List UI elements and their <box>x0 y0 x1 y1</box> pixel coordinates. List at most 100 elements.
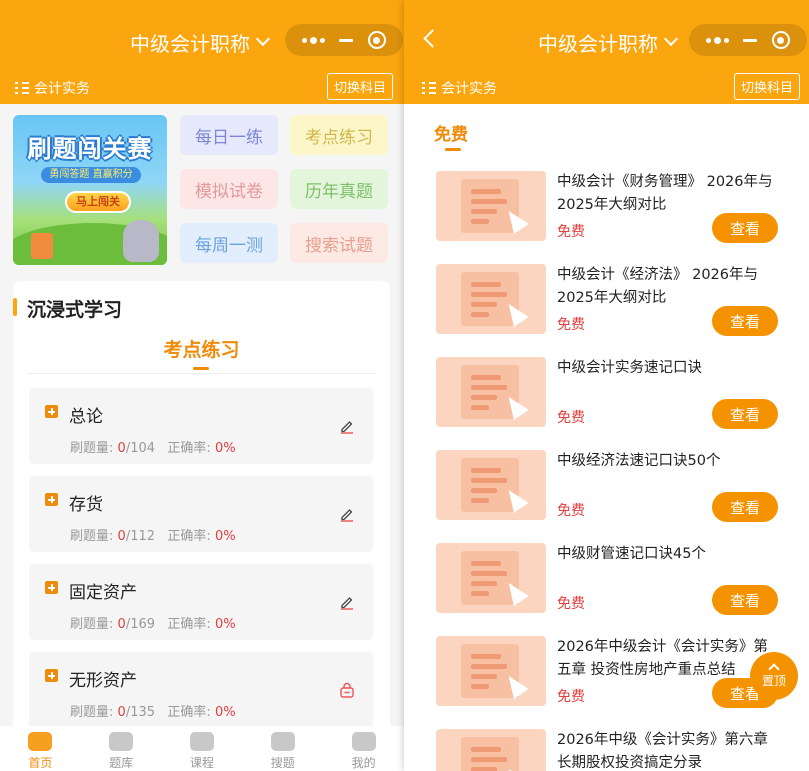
topic-name: 固定资产 <box>69 583 137 603</box>
tab-free[interactable]: 免费 <box>434 120 468 145</box>
topic-row[interactable]: 固定资产刷题量: 0/169 正确率: 0% <box>29 564 373 640</box>
house-illustration <box>31 233 53 259</box>
screen: 中级会计职称 会计实务 切换科目 刷题闯关赛 勇闯答题 直赢积分 马上闯关 每日… <box>0 0 809 771</box>
exam-selector[interactable]: 中级会计职称 <box>538 22 679 62</box>
topic-name: 总论 <box>69 407 103 427</box>
material-item[interactable]: 2026年中级《会计实务》第六章 长期股权投资搞定分录 <box>436 729 781 771</box>
quick-entry-tile[interactable]: 考点练习 <box>290 115 388 155</box>
accuracy-value: 0% <box>214 705 236 720</box>
tab-indicator <box>445 148 461 151</box>
back-to-top-label: 置顶 <box>761 673 786 688</box>
quick-entry-tile[interactable]: 历年真题 <box>290 169 388 209</box>
more-icon[interactable] <box>302 36 326 44</box>
list-icon <box>15 82 29 94</box>
banner-subtitle: 勇闯答题 直赢积分 <box>41 167 141 183</box>
material-title: 中级经济法速记口诀50个 <box>557 453 721 469</box>
accuracy-value: 0% <box>214 617 236 632</box>
topic-row[interactable]: 存货 刷题量: 0/112 正确率: 0% <box>29 476 373 552</box>
banner-title: 刷题闯关赛 <box>27 135 153 163</box>
topic-name: 无形资产 <box>69 671 137 691</box>
close-icon[interactable] <box>771 31 790 49</box>
price-label: 免费 <box>557 224 585 240</box>
done-count: 0 <box>117 529 126 544</box>
material-item[interactable]: 中级经济法速记口诀50个 免费 查看 <box>436 450 781 530</box>
count-label: 刷题量: <box>70 617 114 632</box>
topic-stats: 刷题量: 0/169 正确率: 0% <box>70 613 236 632</box>
expand-icon[interactable] <box>45 669 58 682</box>
total-count: /135 <box>125 705 156 720</box>
price-label: 免费 <box>557 503 585 519</box>
document-thumbnail <box>436 636 546 706</box>
view-button[interactable]: 查看 <box>712 399 778 429</box>
question-bank-icon <box>109 732 134 751</box>
quick-entry-tile[interactable]: 搜索试题 <box>290 223 388 263</box>
material-item[interactable]: 中级会计《财务管理》 2026年与2025年大纲对比免费 查看 <box>436 171 781 251</box>
switch-subject-button[interactable]: 切换科目 <box>734 73 800 100</box>
total-count: /104 <box>125 441 156 456</box>
view-button[interactable]: 查看 <box>712 492 778 522</box>
document-thumbnail <box>436 171 546 241</box>
header-title: 中级会计职称 <box>130 31 250 56</box>
switch-subject-button[interactable]: 切换科目 <box>327 73 393 100</box>
material-item[interactable]: 2026年中级会计《会计实务》第五章 投资性房地产重点总结 免费 查看 <box>436 636 781 716</box>
view-button[interactable]: 查看 <box>712 585 778 615</box>
tab-home[interactable]: 首页 <box>0 726 81 771</box>
lock-icon[interactable] <box>339 682 355 698</box>
quick-entry-tile[interactable]: 每日一练 <box>180 115 278 155</box>
banner-cta-button[interactable]: 马上闯关 <box>65 191 131 213</box>
topic-row[interactable]: 无形资产刷题量: 0/135 正确率: 0% <box>29 652 373 728</box>
material-item[interactable]: 中级会计《经济法》 2026年与2025年大纲对比 免费 查看 <box>436 264 781 344</box>
exam-selector[interactable]: 中级会计职称 <box>130 22 271 62</box>
count-label: 刷题量: <box>70 705 114 720</box>
topic-stats: 刷题量: 0/135 正确率: 0% <box>70 701 236 720</box>
view-button[interactable]: 查看 <box>712 306 778 336</box>
home-icon <box>28 732 53 751</box>
close-icon[interactable] <box>367 31 386 49</box>
tab-profile[interactable]: 我的 <box>323 726 404 771</box>
done-count: 0 <box>117 441 126 456</box>
view-button[interactable]: 查看 <box>712 213 778 243</box>
subject-label: 会计实务 <box>15 78 90 98</box>
tab-question-bank[interactable]: 题库 <box>81 726 162 771</box>
topic-row[interactable]: 总论刷题量: 0/104 正确率: 0% <box>29 388 373 464</box>
tab-key-points[interactable]: 考点练习 <box>13 335 390 362</box>
material-title: 中级会计《财务管理》 2026年与2025年大纲对比 <box>557 174 773 213</box>
back-icon[interactable] <box>423 29 442 48</box>
pencil-icon[interactable] <box>339 594 355 610</box>
tab-label: 题库 <box>109 756 134 770</box>
material-title: 中级会计实务速记口诀 <box>557 360 702 376</box>
quick-entry-tile[interactable]: 模拟试卷 <box>180 169 278 209</box>
tab-course[interactable]: 课程 <box>162 726 243 771</box>
document-thumbnail <box>436 729 546 771</box>
accuracy-label: 正确率: <box>167 705 211 720</box>
tab-label: 我的 <box>351 756 376 770</box>
total-count: /169 <box>125 617 156 632</box>
total-count: /112 <box>125 529 156 544</box>
topic-name: 存货 <box>69 495 103 515</box>
count-label: 刷题量: <box>70 441 114 456</box>
material-item[interactable]: 中级会计实务速记口诀 免费 查看 <box>436 357 781 437</box>
chevron-down-icon <box>255 31 271 47</box>
subject-text: 会计实务 <box>441 81 497 97</box>
pencil-icon[interactable] <box>339 506 355 522</box>
course-icon <box>189 732 214 751</box>
material-item[interactable]: 中级财管速记口诀45个 免费 查看 <box>436 543 781 623</box>
challenge-banner[interactable]: 刷题闯关赛 勇闯答题 直赢积分 马上闯关 <box>13 115 167 265</box>
pencil-icon[interactable] <box>339 418 355 434</box>
topic-stats: 刷题量: 0/104 正确率: 0% <box>70 437 236 456</box>
minimize-icon[interactable] <box>743 38 758 42</box>
expand-icon[interactable] <box>45 405 58 418</box>
mini-program-capsule <box>689 24 807 56</box>
tab-search-question[interactable]: 搜题 <box>242 726 323 771</box>
expand-icon[interactable] <box>45 581 58 594</box>
more-icon[interactable] <box>706 36 730 44</box>
tab-label: 搜题 <box>270 756 295 770</box>
document-thumbnail <box>436 450 546 520</box>
back-to-top-button[interactable]: 置顶 <box>750 652 798 700</box>
minimize-icon[interactable] <box>339 38 354 42</box>
material-title: 中级会计《经济法》 2026年与2025年大纲对比 <box>557 267 759 306</box>
quick-entry-tile[interactable]: 每周一测 <box>180 223 278 263</box>
expand-icon[interactable] <box>45 493 58 506</box>
mascot-illustration <box>123 220 159 262</box>
done-count: 0 <box>117 705 126 720</box>
